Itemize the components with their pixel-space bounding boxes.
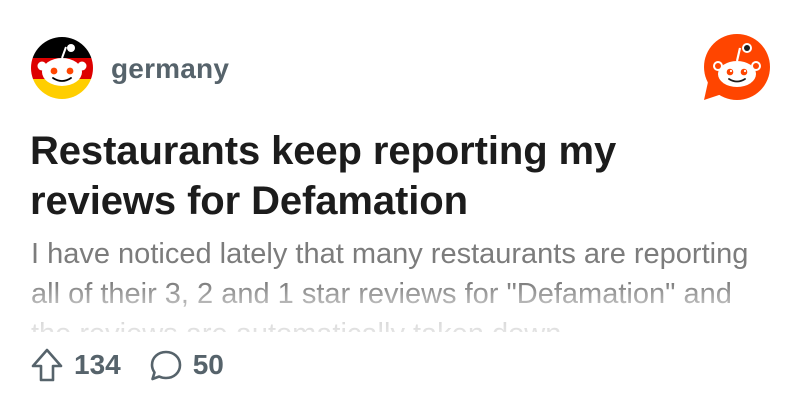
comment-bubble-icon[interactable]	[149, 348, 183, 382]
post-title[interactable]: Restaurants keep reporting my reviews fo…	[30, 126, 770, 226]
subreddit-avatar-icon[interactable]	[31, 37, 93, 99]
post-stats: 134 50	[30, 344, 252, 386]
post-body-text: I have noticed lately that many restaura…	[31, 238, 749, 332]
post-card[interactable]: germany Restaurants keep reporting my re…	[0, 0, 800, 419]
upvote-count: 134	[74, 349, 121, 380]
subreddit-name[interactable]: germany	[111, 52, 229, 86]
comments-button[interactable]: 50	[149, 348, 224, 382]
reddit-logo-icon	[700, 32, 772, 104]
comment-count: 50	[192, 349, 224, 380]
upvote-button[interactable]: 134	[30, 347, 121, 383]
upvote-arrow-icon[interactable]	[30, 347, 64, 383]
post-body-preview: I have noticed lately that many restaura…	[31, 234, 771, 332]
